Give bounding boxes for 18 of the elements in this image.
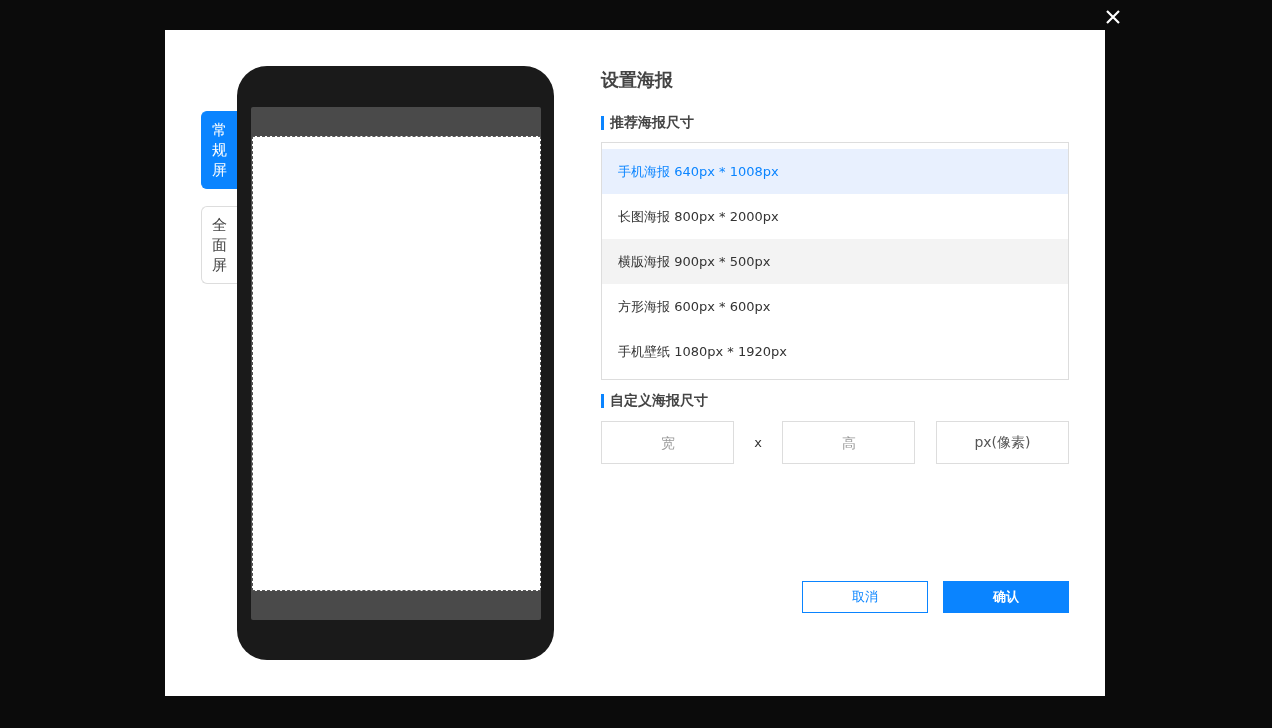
section-heading: 推荐海报尺寸 — [610, 114, 694, 132]
section-heading: 自定义海报尺寸 — [610, 392, 708, 410]
close-icon[interactable] — [1106, 10, 1120, 24]
size-option[interactable]: 方形海报 600px * 600px — [602, 284, 1068, 329]
cancel-button[interactable]: 取消 — [802, 581, 928, 613]
height-field[interactable]: 高 — [782, 421, 915, 464]
size-option[interactable]: 横版海报 900px * 500px — [602, 239, 1068, 284]
screen-tab[interactable]: 常规屏 — [201, 111, 237, 189]
unit-label: px(像素) — [936, 421, 1069, 464]
dialog-title: 设置海报 — [601, 68, 674, 92]
size-option[interactable]: 长图海报 800px * 2000px — [602, 194, 1068, 239]
times-sign: x — [753, 435, 763, 450]
confirm-button[interactable]: 确认 — [943, 581, 1069, 613]
heading-bar — [601, 394, 604, 408]
size-option[interactable]: 手机壁纸 1080px * 1920px — [602, 329, 1068, 374]
heading-bar — [601, 116, 604, 130]
width-field[interactable]: 宽 — [601, 421, 734, 464]
screen-tab[interactable]: 全面屏 — [201, 206, 237, 284]
